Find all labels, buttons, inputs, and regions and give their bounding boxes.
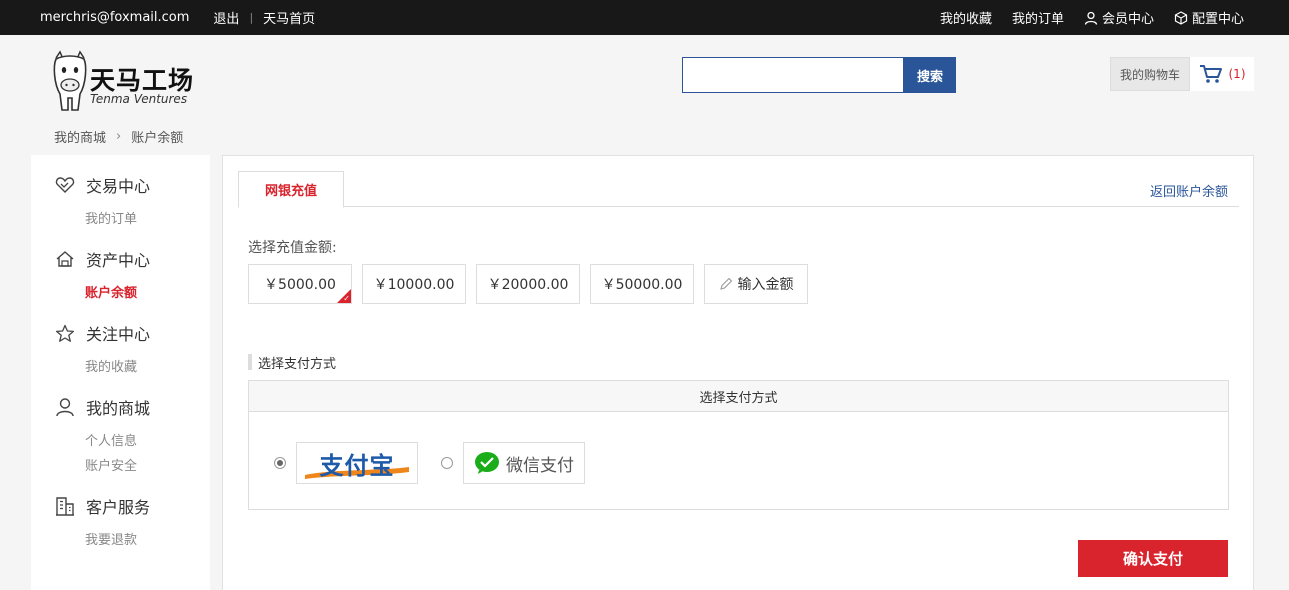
confirm-pay-button[interactable]: 确认支付 — [1078, 540, 1228, 577]
cart[interactable]: 我的购物车 (1) — [1110, 57, 1254, 91]
search-input[interactable] — [682, 57, 904, 93]
pencil-icon — [719, 277, 732, 290]
wechat-pay-option[interactable]: 微信支付 — [463, 442, 585, 484]
logout-link[interactable]: 退出 — [213, 8, 239, 27]
breadcrumb: 我的商城 › 账户余额 — [54, 127, 183, 146]
sidebar-item-refund[interactable]: 我要退款 — [85, 529, 137, 548]
pay-method-box: 选择支付方式 支付宝 微信支付 — [248, 380, 1229, 510]
sidebar-head-follow: 关注中心 — [55, 321, 150, 345]
cart-icon — [1199, 65, 1222, 83]
sidebar-item-orders[interactable]: 我的订单 — [85, 208, 137, 227]
sidebar-head-service-label: 客户服务 — [86, 498, 151, 517]
alipay-option[interactable]: 支付宝 — [296, 442, 418, 484]
sidebar-item-favorites[interactable]: 我的收藏 — [85, 356, 137, 375]
amount-option-5000[interactable]: ￥5000.00 ✓ — [248, 264, 352, 304]
logo-subtitle: Tenma Ventures — [90, 92, 188, 106]
custom-amount-label: 输入金额 — [737, 277, 794, 293]
alipay-radio[interactable] — [274, 457, 286, 469]
sidebar-head-trade-label: 交易中心 — [86, 177, 151, 196]
amount-option-20000[interactable]: ￥20000.00 — [476, 264, 580, 304]
sidebar-item-profile[interactable]: 个人信息 — [85, 430, 137, 449]
sidebar-head-mall: 我的商城 — [55, 395, 150, 419]
cube-icon — [1174, 10, 1188, 25]
user-icon — [56, 398, 74, 417]
pay-method-box-header: 选择支付方式 — [249, 381, 1228, 412]
user-email: merchris@foxmail.com — [40, 10, 190, 25]
cart-label[interactable]: 我的购物车 — [1110, 57, 1190, 91]
house-icon — [56, 251, 74, 267]
member-center-label: 会员中心 — [1101, 12, 1154, 27]
amount-option-5000-label: ￥5000.00 — [264, 277, 336, 293]
config-center-link[interactable]: 配置中心 — [1174, 8, 1244, 27]
sidebar: 交易中心 我的订单 资产中心 账户余额 关注中心 我的收藏 我的商城 个人信息 … — [31, 155, 210, 590]
top-bar-left: merchris@foxmail.com 退出 | 天马首页 — [40, 0, 315, 35]
tab-online-banking[interactable]: 网银充值 — [238, 171, 344, 208]
favorites-link[interactable]: 我的收藏 — [940, 8, 992, 27]
wechat-pay-radio[interactable] — [441, 457, 453, 469]
handshake-icon — [55, 177, 75, 193]
sidebar-head-follow-label: 关注中心 — [86, 325, 151, 344]
cart-count: (1) — [1228, 67, 1246, 81]
logo-horse-icon[interactable] — [50, 50, 90, 116]
sidebar-head-trade: 交易中心 — [55, 173, 150, 197]
top-bar: merchris@foxmail.com 退出 | 天马首页 我的收藏 我的订单… — [0, 0, 1289, 35]
top-bar-right: 我的收藏 我的订单 会员中心 配置中心 — [920, 0, 1244, 35]
amount-option-50000[interactable]: ￥50000.00 — [590, 264, 694, 304]
check-icon: ✓ — [343, 294, 350, 303]
pay-method-title: 选择支付方式 — [248, 354, 336, 372]
config-center-label: 配置中心 — [1191, 12, 1244, 27]
orders-link[interactable]: 我的订单 — [1012, 8, 1064, 27]
sidebar-head-assets-label: 资产中心 — [86, 251, 151, 270]
back-to-balance-link[interactable]: 返回账户余额 — [1150, 181, 1228, 200]
star-icon — [55, 324, 75, 342]
home-link[interactable]: 天马首页 — [263, 8, 315, 27]
main-panel: 网银充值 返回账户余额 选择充值金额: ￥5000.00 ✓ ￥10000.00… — [222, 155, 1254, 590]
breadcrumb-mall[interactable]: 我的商城 — [54, 127, 106, 146]
cart-box[interactable]: (1) — [1190, 57, 1254, 91]
sidebar-item-balance[interactable]: 账户余额 — [85, 282, 137, 301]
sidebar-head-service: 客户服务 — [55, 494, 150, 518]
sidebar-head-assets: 资产中心 — [55, 247, 150, 271]
tabs-divider — [238, 206, 1239, 207]
breadcrumb-balance: 账户余额 — [131, 131, 184, 146]
amount-label: 选择充值金额: — [248, 240, 337, 256]
alipay-label: 支付宝 — [319, 451, 395, 480]
member-center-link[interactable]: 会员中心 — [1084, 8, 1154, 27]
amount-option-10000[interactable]: ￥10000.00 — [362, 264, 466, 304]
chevron-right-icon: › — [116, 129, 122, 144]
wechat-icon — [475, 452, 499, 474]
wechat-pay-label: 微信支付 — [506, 455, 574, 476]
sidebar-item-security[interactable]: 账户安全 — [85, 455, 137, 474]
search-button[interactable]: 搜索 — [904, 57, 956, 93]
divider: | — [249, 11, 254, 24]
custom-amount-button[interactable]: 输入金额 — [704, 264, 808, 304]
sidebar-head-mall-label: 我的商城 — [86, 399, 151, 418]
building-icon — [56, 497, 74, 516]
user-icon — [1084, 11, 1098, 25]
